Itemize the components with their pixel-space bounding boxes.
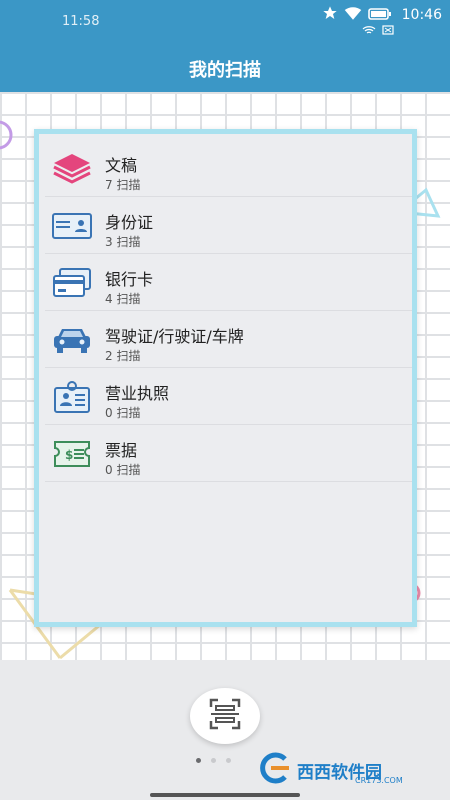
list-item-id-card[interactable]: 身份证 3 扫描 [45, 197, 412, 254]
purple-circle-decoration [0, 118, 16, 156]
status-bar: 11:58 10:46 [0, 0, 450, 44]
list-item-business-license[interactable]: 营业执照 0 扫描 [45, 368, 412, 425]
list-item-bill[interactable]: $ 票据 0 扫描 [45, 425, 412, 482]
star-icon [322, 5, 338, 25]
list-item-label: 驾驶证/行驶证/车牌 [105, 327, 244, 346]
list-item-label: 文稿 [105, 156, 138, 175]
scan-button[interactable] [190, 688, 260, 744]
documents-stack-icon [51, 152, 93, 186]
app-bar: 我的扫描 [0, 44, 450, 92]
list-item-bank-card[interactable]: 银行卡 4 扫描 [45, 254, 412, 311]
list-item-label: 身份证 [105, 213, 154, 232]
watermark-subtext: CR173.COM [355, 776, 403, 785]
list-item-count: 0 扫描 [105, 463, 141, 477]
list-item-count: 4 扫描 [105, 292, 141, 306]
list-item-count: 0 扫描 [105, 406, 141, 420]
wifi-small-icon [362, 20, 376, 39]
page-dot[interactable] [226, 758, 231, 763]
status-time-left: 11:58 [62, 14, 100, 29]
watermark: 西西软件园 CR173.COM [255, 752, 430, 788]
id-card-icon [51, 209, 93, 243]
bill-icon: $ [51, 437, 93, 471]
list-item-count: 7 扫描 [105, 178, 141, 192]
svg-text:$: $ [65, 448, 73, 462]
list-item-count: 2 扫描 [105, 349, 141, 363]
page-dot[interactable] [196, 758, 201, 763]
bank-card-icon [51, 266, 93, 300]
status-time-right: 10:46 [401, 7, 442, 23]
scan-icon [208, 697, 242, 735]
page-indicator [196, 758, 231, 763]
sim-icon [382, 20, 394, 39]
wifi-icon [344, 5, 362, 25]
car-icon [51, 323, 93, 357]
page-dot[interactable] [211, 758, 216, 763]
list-item-driver-license[interactable]: 驾驶证/行驶证/车牌 2 扫描 [45, 311, 412, 368]
navigation-handle[interactable] [150, 793, 300, 797]
scan-category-card: 文稿 7 扫描 身份证 3 扫描 银行卡 4 扫描 驾驶证/行驶证/车牌 2 扫… [34, 129, 417, 627]
list-item-count: 3 扫描 [105, 235, 141, 249]
list-item-label: 营业执照 [105, 384, 170, 403]
business-license-icon [51, 380, 93, 414]
list-item-label: 银行卡 [105, 270, 154, 289]
list-item-label: 票据 [105, 441, 138, 460]
watermark-logo-icon [255, 751, 293, 789]
page-title: 我的扫描 [189, 60, 261, 81]
list-item-documents[interactable]: 文稿 7 扫描 [45, 140, 412, 197]
